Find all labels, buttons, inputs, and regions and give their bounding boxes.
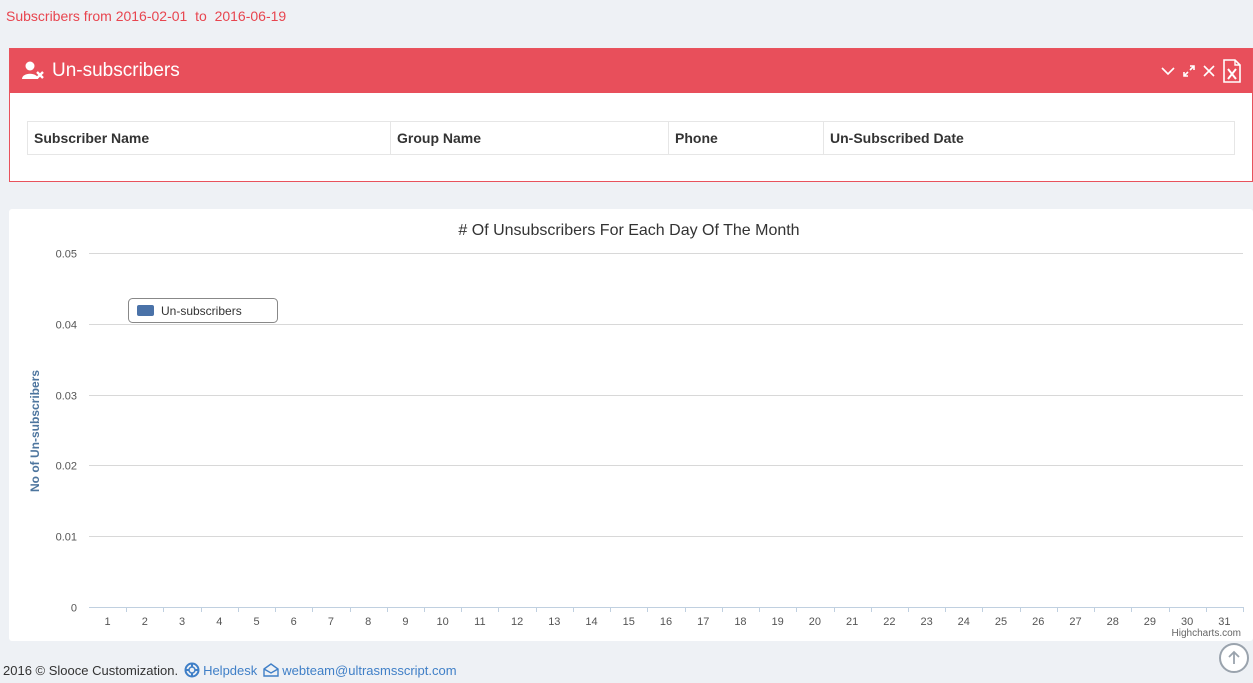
helpdesk-link[interactable]: Helpdesk <box>184 662 257 678</box>
x-tick-label: 6 <box>291 616 297 628</box>
y-axis-label: No of Un-subscribers <box>28 370 42 492</box>
y-tick-label: 0.05 <box>56 249 77 261</box>
x-tick-label: 5 <box>253 616 259 628</box>
lifebuoy-icon <box>184 662 200 678</box>
x-tick-label: 25 <box>995 616 1007 628</box>
x-tick-label: 17 <box>697 616 709 628</box>
chart-canvas: # Of Unsubscribers For Each Day Of The M… <box>28 222 1244 639</box>
y-tick-label: 0.02 <box>56 461 77 473</box>
unsubscribers-chart: # Of Unsubscribers For Each Day Of The M… <box>9 209 1253 641</box>
close-icon[interactable] <box>1202 64 1216 78</box>
legend-item-label[interactable]: Un-subscribers <box>161 304 242 318</box>
x-tick-label: 1 <box>105 616 111 628</box>
column-subscriber-name[interactable]: Subscriber Name <box>27 121 391 155</box>
x-tick-label: 18 <box>734 616 746 628</box>
x-tick-label: 12 <box>511 616 523 628</box>
range-to-word: to <box>187 8 215 24</box>
chevron-down-icon[interactable] <box>1160 63 1176 79</box>
range-from: 2016-02-01 <box>115 8 188 24</box>
x-tick-label: 29 <box>1144 616 1156 628</box>
range-prefix: Subscribers from <box>6 8 116 24</box>
chart-credits[interactable]: Highcharts.com <box>1172 628 1241 639</box>
x-tick-label: 19 <box>772 616 784 628</box>
chart-title: # Of Unsubscribers For Each Day Of The M… <box>458 222 799 239</box>
x-tick-label: 7 <box>328 616 334 628</box>
x-tick-label: 3 <box>179 616 185 628</box>
page-footer: 2016 © Slooce Customization. Helpdesk we… <box>3 662 457 678</box>
x-tick-label: 24 <box>958 616 970 628</box>
column-unsubscribed-date[interactable]: Un-Subscribed Date <box>823 121 1235 155</box>
table-header-row: Subscriber Name Group Name Phone Un-Subs… <box>27 121 1235 155</box>
portlet-header: Un-subscribers <box>10 49 1252 93</box>
portlet-title-text: Un-subscribers <box>52 60 180 81</box>
x-tick-label: 13 <box>548 616 560 628</box>
x-tick-label: 23 <box>920 616 932 628</box>
x-tick-label: 14 <box>585 616 597 628</box>
y-tick-label: 0.04 <box>56 320 77 332</box>
column-group-name[interactable]: Group Name <box>390 121 669 155</box>
helpdesk-label: Helpdesk <box>203 662 258 678</box>
x-tick-label: 22 <box>883 616 895 628</box>
x-tick-label: 8 <box>365 616 371 628</box>
x-tick-label: 9 <box>402 616 408 628</box>
portlet-tools <box>1160 59 1242 83</box>
x-axis-ticks: 1 2 3 4 5 6 7 8 9 10 11 12 13 14 15 16 17 18 19 20 21 22 23 24 2… <box>105 607 1244 628</box>
unsubscribers-portlet: Un-subscribers Subscriber Name Group Nam… <box>9 48 1253 182</box>
envelope-icon <box>263 663 279 677</box>
x-tick-label: 21 <box>846 616 858 628</box>
x-tick-label: 15 <box>623 616 635 628</box>
y-tick-label: 0.01 <box>56 532 77 544</box>
email-label: webteam@ultrasmsscript.com <box>282 662 457 678</box>
x-tick-label: 11 <box>474 616 485 628</box>
x-tick-label: 28 <box>1107 616 1119 628</box>
x-tick-label: 20 <box>809 616 821 628</box>
chart-legend[interactable]: Un-subscribers <box>128 298 278 323</box>
x-tick-label: 16 <box>660 616 672 628</box>
scroll-to-top-button[interactable] <box>1219 643 1249 673</box>
y-tick-label: 0 <box>71 603 77 615</box>
footer-copyright: 2016 © Slooce Customization. <box>3 662 179 678</box>
arrow-up-icon <box>1227 650 1241 666</box>
legend-swatch <box>137 305 154 316</box>
x-tick-label: 27 <box>1069 616 1081 628</box>
date-range-bar: Subscribers from 2016-02-01 to 2016-06-1… <box>0 0 1253 40</box>
unsubscribers-table: Subscriber Name Group Name Phone Un-Subs… <box>27 121 1235 155</box>
x-tick-label: 10 <box>437 616 449 628</box>
column-phone[interactable]: Phone <box>668 121 824 155</box>
x-tick-label: 30 <box>1181 616 1193 628</box>
x-tick-label: 31 <box>1218 616 1230 628</box>
excel-export-icon[interactable] <box>1222 59 1242 83</box>
y-tick-label: 0.03 <box>56 391 77 403</box>
user-remove-icon <box>22 61 46 81</box>
range-to: 2016-06-19 <box>214 8 287 24</box>
x-tick-label: 4 <box>216 616 222 628</box>
y-axis-ticks: 0 0.01 0.02 0.03 0.04 0.05 <box>56 249 77 615</box>
portlet-title: Un-subscribers <box>22 60 180 82</box>
date-range-text: Subscribers from 2016-02-01 to 2016-06-1… <box>6 8 286 24</box>
x-tick-label: 26 <box>1032 616 1044 628</box>
email-link[interactable]: webteam@ultrasmsscript.com <box>263 662 457 678</box>
expand-icon[interactable] <box>1182 64 1196 78</box>
x-tick-label: 2 <box>142 616 148 628</box>
